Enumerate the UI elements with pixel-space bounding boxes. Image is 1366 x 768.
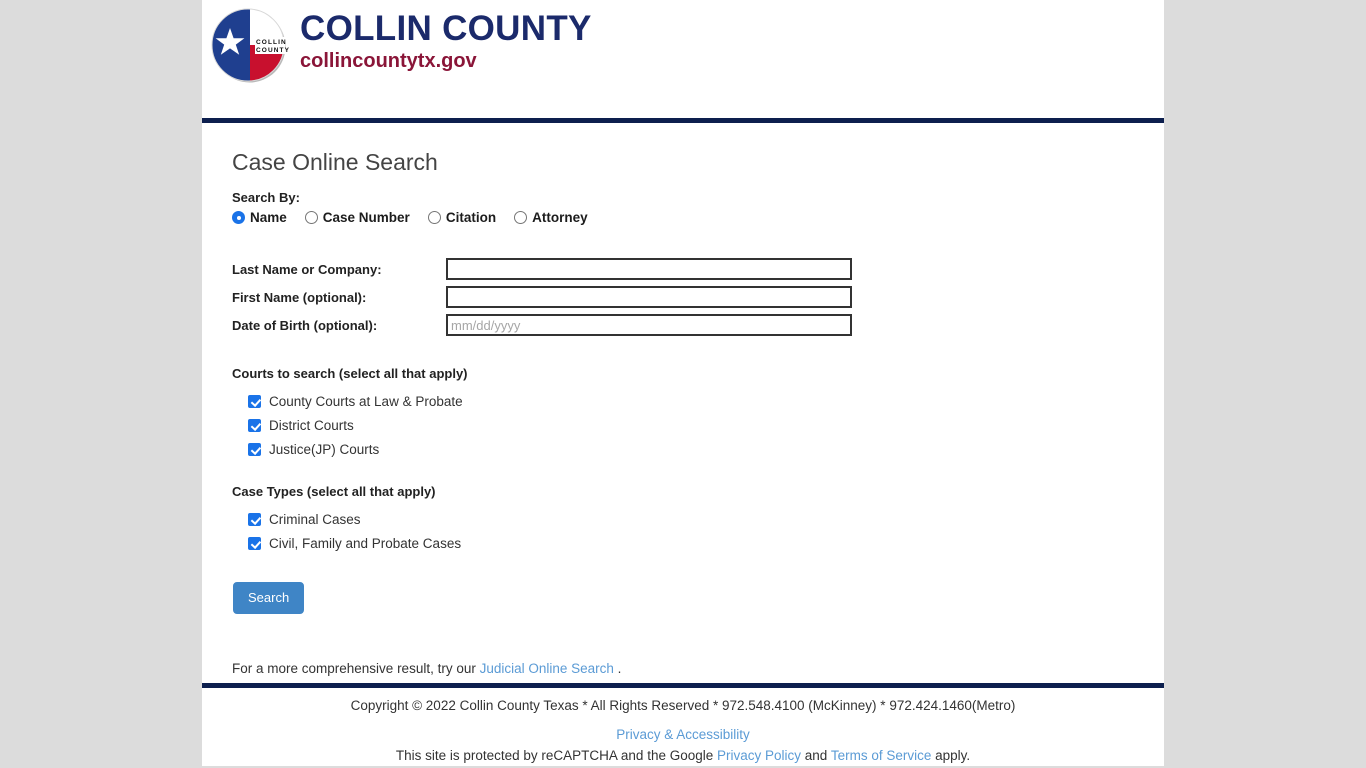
checkbox-justice-jp-courts[interactable]: Justice(JP) Courts: [248, 442, 1164, 457]
field-row-date-of-birth: Date of Birth (optional):: [232, 311, 1164, 339]
field-row-last-name: Last Name or Company:: [232, 255, 1164, 283]
last-name-or-company-input[interactable]: [446, 258, 852, 280]
search-button[interactable]: Search: [233, 582, 305, 614]
radio-indicator-case-number[interactable]: [304, 211, 318, 224]
label-first-name: First Name (optional):: [232, 289, 367, 305]
search-by-label: Search By:: [232, 190, 300, 205]
privacy-accessibility-link[interactable]: Privacy & Accessibility: [616, 727, 750, 742]
comprehensive-suffix: .: [613, 661, 622, 676]
radio-option-citation[interactable]: Citation: [427, 210, 497, 225]
checkbox-criminal-cases[interactable]: Criminal Cases: [248, 512, 1164, 527]
courts-checkbox-group: County Courts at Law & Probate District …: [232, 394, 1164, 457]
checkbox-label-criminal-cases: Criminal Cases: [269, 512, 361, 527]
collin-county-seal-icon: COLLIN COUNTY: [208, 6, 290, 88]
checkbox-indicator-district-courts[interactable]: [248, 419, 261, 432]
site-header: COLLIN COUNTY COLLIN COUNTY collincounty…: [202, 0, 1164, 118]
seal-text-line1: COLLIN: [256, 39, 287, 46]
brand-block: COLLIN COUNTY collincountytx.gov: [300, 10, 592, 73]
privacy-accessibility-line: Privacy & Accessibility: [202, 725, 1164, 745]
checkbox-label-district-courts: District Courts: [269, 418, 354, 433]
radio-indicator-citation[interactable]: [427, 211, 441, 224]
search-fields: Last Name or Company: First Name (option…: [232, 255, 1164, 339]
comprehensive-prefix: For a more comprehensive result, try our: [232, 661, 480, 676]
page-title: Case Online Search: [232, 149, 438, 175]
checkbox-indicator-criminal-cases[interactable]: [248, 513, 261, 526]
recaptcha-prefix: This site is protected by reCAPTCHA and …: [395, 748, 717, 763]
date-of-birth-input[interactable]: [446, 314, 852, 336]
radio-label-name: Name: [250, 210, 287, 225]
brand-subtitle: collincountytx.gov: [300, 50, 477, 72]
radio-indicator-name[interactable]: [232, 211, 245, 224]
brand-title: COLLIN COUNTY: [300, 9, 592, 48]
field-row-first-name: First Name (optional):: [232, 283, 1164, 311]
checkbox-indicator-justice-courts[interactable]: [248, 443, 261, 456]
first-name-input[interactable]: [446, 286, 852, 308]
radio-option-case-number[interactable]: Case Number: [304, 210, 410, 225]
checkbox-county-courts-at-law-probate[interactable]: County Courts at Law & Probate: [248, 394, 1164, 409]
judicial-online-search-link[interactable]: Judicial Online Search: [480, 661, 614, 676]
courts-group-title: Courts to search (select all that apply): [232, 366, 468, 381]
recaptcha-middle: and: [801, 748, 831, 763]
comprehensive-result-note: For a more comprehensive result, try our…: [232, 661, 1164, 676]
search-by-radio-group: Name Case Number Citation Attorney: [232, 210, 1164, 225]
checkbox-civil-family-probate-cases[interactable]: Civil, Family and Probate Cases: [248, 536, 1164, 551]
label-date-of-birth: Date of Birth (optional):: [232, 317, 378, 333]
privacy-policy-link[interactable]: Privacy Policy: [717, 748, 801, 763]
checkbox-district-courts[interactable]: District Courts: [248, 418, 1164, 433]
radio-label-attorney: Attorney: [532, 210, 588, 225]
seal-text-line2: COUNTY: [256, 47, 290, 54]
case-types-checkbox-group: Criminal Cases Civil, Family and Probate…: [232, 512, 1164, 551]
recaptcha-suffix: apply.: [931, 748, 971, 763]
case-types-group-title: Case Types (select all that apply): [232, 484, 436, 499]
terms-of-service-link[interactable]: Terms of Service: [831, 748, 932, 763]
checkbox-indicator-civil-cases[interactable]: [248, 537, 261, 550]
copyright-text: Copyright © 2022 Collin County Texas * A…: [350, 698, 1016, 713]
main-content: Case Online Search Search By: Name Case …: [202, 123, 1164, 683]
radio-option-name[interactable]: Name: [232, 210, 287, 225]
radio-label-citation: Citation: [445, 210, 497, 225]
radio-option-attorney[interactable]: Attorney: [514, 210, 588, 225]
checkbox-label-civil-cases: Civil, Family and Probate Cases: [269, 536, 462, 551]
site-footer: Copyright © 2022 Collin County Texas * A…: [202, 688, 1164, 766]
radio-label-case-number: Case Number: [322, 210, 410, 225]
checkbox-indicator-county-courts[interactable]: [248, 395, 261, 408]
page-container: COLLIN COUNTY COLLIN COUNTY collincounty…: [202, 0, 1164, 766]
radio-indicator-attorney[interactable]: [514, 211, 528, 224]
recaptcha-notice: This site is protected by reCAPTCHA and …: [202, 746, 1164, 766]
checkbox-label-county-courts: County Courts at Law & Probate: [269, 394, 463, 409]
checkbox-label-justice-courts: Justice(JP) Courts: [269, 442, 380, 457]
label-last-name: Last Name or Company:: [232, 261, 382, 277]
